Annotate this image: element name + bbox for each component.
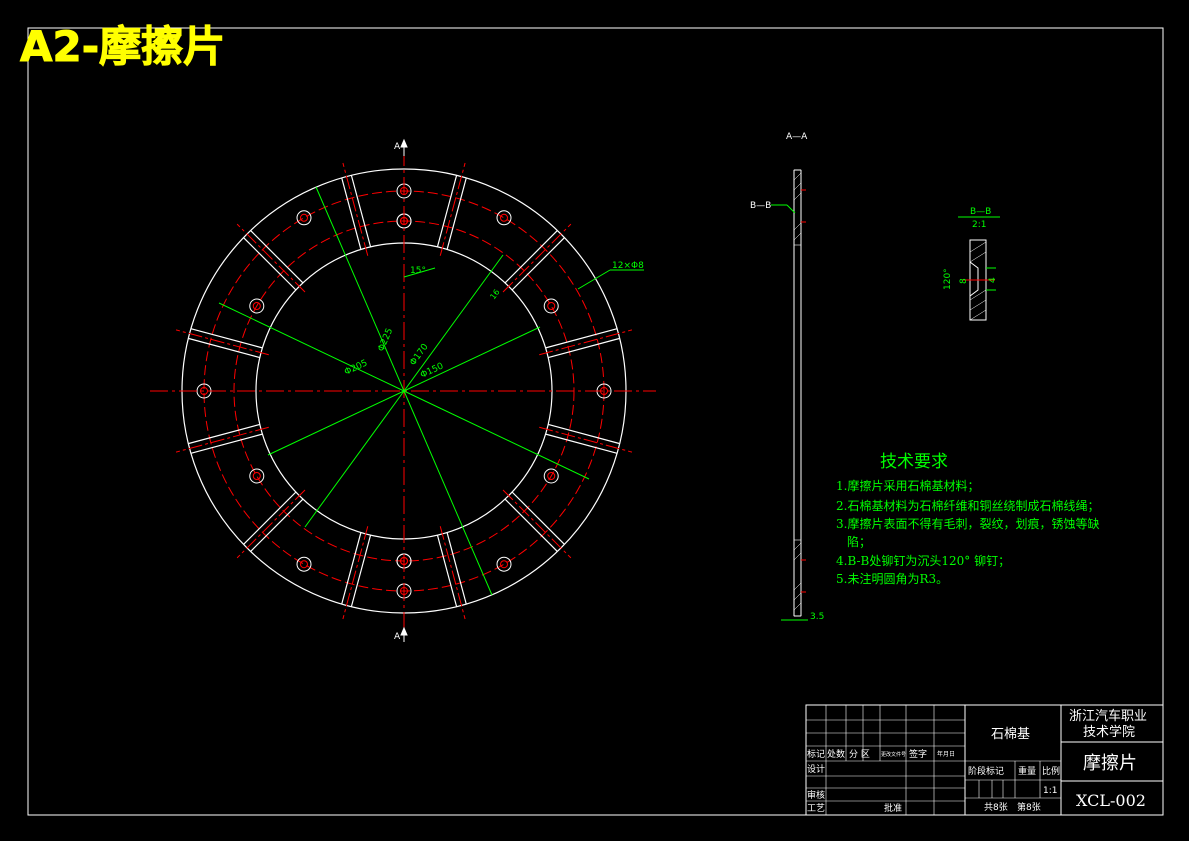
section-mark-bottom: A: [394, 632, 401, 642]
tech-req-3b: 陷；: [847, 534, 871, 549]
tech-req-4: 4.B-B处铆钉为沉头120° 铆钉；: [836, 553, 1010, 568]
part-name: 摩擦片: [1083, 753, 1137, 774]
detail-view-label: B—B: [970, 207, 991, 217]
col-date: 年月日: [937, 750, 955, 758]
col-sign: 签字: [909, 748, 927, 760]
sheets-total: 共8张: [984, 802, 1008, 813]
scale-value: 1:1: [1043, 786, 1057, 796]
tech-req-5: 5.未注明圆角为R3。: [836, 571, 948, 586]
designer-label: 设计: [807, 763, 825, 775]
section-mark-top: A: [394, 142, 401, 152]
sheet-number: 第8张: [1017, 801, 1041, 813]
tech-req-2: 2.石棉基材料为石棉纤维和铜丝绕制成石棉线绳；: [836, 498, 1099, 513]
checker-label: 审核: [807, 789, 825, 801]
school-line-1: 浙江汽车职业: [1069, 708, 1147, 724]
approve-label: 批准: [884, 802, 902, 814]
detail-scale: 2:1: [972, 220, 986, 230]
weight-label: 重量: [1018, 765, 1036, 777]
thickness-dim: 3.5: [810, 612, 824, 622]
col-doc-no: 更改文件号: [881, 751, 906, 758]
tech-req-3a: 3.摩擦片表面不得有毛刺，裂纹，划痕，锈蚀等缺: [836, 516, 1099, 531]
stage-label: 阶段标记: [968, 765, 1004, 777]
dim-angle-15: 15°: [410, 266, 426, 276]
drawing-sheet: A2-摩擦片 A A 12×Φ8 15° Φ225 Φ205 Φ170 Φ150…: [0, 0, 1189, 841]
section-view-label: A—A: [786, 132, 808, 142]
process-label: 工艺: [807, 803, 825, 814]
tech-heading: 技术要求: [880, 452, 948, 472]
dim-hole-spec: 12×Φ8: [612, 261, 644, 271]
material: 石棉基: [991, 727, 1030, 742]
drawing-number: XCL-002: [1076, 791, 1146, 810]
sheet-title: A2-摩擦片: [20, 22, 225, 71]
scale-label: 比例: [1042, 765, 1060, 777]
detail-dim-8: 8: [959, 278, 969, 284]
col-count: 处数: [827, 748, 845, 760]
tech-req-1: 1.摩擦片采用石棉基材料；: [836, 478, 979, 493]
col-zone: 分 区: [849, 749, 870, 760]
bb-marker: B—B: [750, 201, 771, 211]
col-mark: 标记: [807, 748, 825, 760]
detail-angle: 120°: [943, 268, 953, 290]
sheet-background: [0, 0, 1189, 841]
school-line-2: 技术学院: [1083, 724, 1135, 740]
detail-dim-4: 4: [988, 277, 998, 283]
